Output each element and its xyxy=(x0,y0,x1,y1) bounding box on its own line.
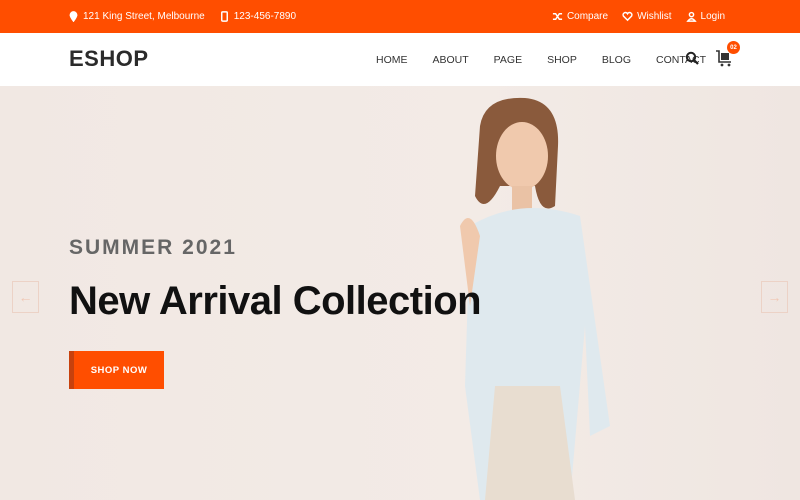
arrow-left-icon: ← xyxy=(18,289,33,305)
shop-now-button[interactable]: SHOP NOW xyxy=(69,351,164,389)
compare-link[interactable]: Compare xyxy=(552,11,608,22)
user-icon xyxy=(685,11,697,22)
wishlist-link[interactable]: Wishlist xyxy=(622,11,672,22)
hero-subtitle: SUMMER 2021 xyxy=(69,236,237,259)
main-header: ESHOP HOME ABOUT PAGE SHOP BLOG CONTACT … xyxy=(0,33,800,86)
cart-count-badge: 02 xyxy=(727,41,740,54)
heart-icon xyxy=(622,11,633,22)
top-bar: 121 King Street, Melbourne 123-456-7890 … xyxy=(0,0,800,33)
phone-text: 123-456-7890 xyxy=(233,11,297,22)
search-icon[interactable] xyxy=(685,51,699,65)
location-pin-icon xyxy=(69,11,78,22)
nav-about[interactable]: ABOUT xyxy=(433,54,469,66)
hero-slider: SUMMER 2021 New Arrival Collection SHOP … xyxy=(0,86,800,500)
phone-icon xyxy=(220,11,228,22)
login-label: Login xyxy=(700,11,725,22)
next-slide-button[interactable]: → xyxy=(761,281,788,313)
hero-title: New Arrival Collection xyxy=(69,279,482,323)
login-link[interactable]: Login xyxy=(685,11,725,22)
main-nav: HOME ABOUT PAGE SHOP BLOG CONTACT xyxy=(376,33,731,86)
nav-page[interactable]: PAGE xyxy=(494,54,522,66)
address-item: 121 King Street, Melbourne xyxy=(68,11,205,22)
wishlist-label: Wishlist xyxy=(637,11,672,22)
nav-home[interactable]: HOME xyxy=(376,54,408,66)
shuffle-icon xyxy=(552,13,563,20)
prev-slide-button[interactable]: ← xyxy=(12,281,39,313)
nav-blog[interactable]: BLOG xyxy=(602,54,631,66)
arrow-right-icon: → xyxy=(767,289,782,305)
logo[interactable]: ESHOP xyxy=(69,46,149,72)
compare-label: Compare xyxy=(566,11,609,22)
address-text: 121 King Street, Melbourne xyxy=(83,11,205,22)
phone-item: 123-456-7890 xyxy=(219,11,296,22)
nav-shop[interactable]: SHOP xyxy=(547,54,577,66)
